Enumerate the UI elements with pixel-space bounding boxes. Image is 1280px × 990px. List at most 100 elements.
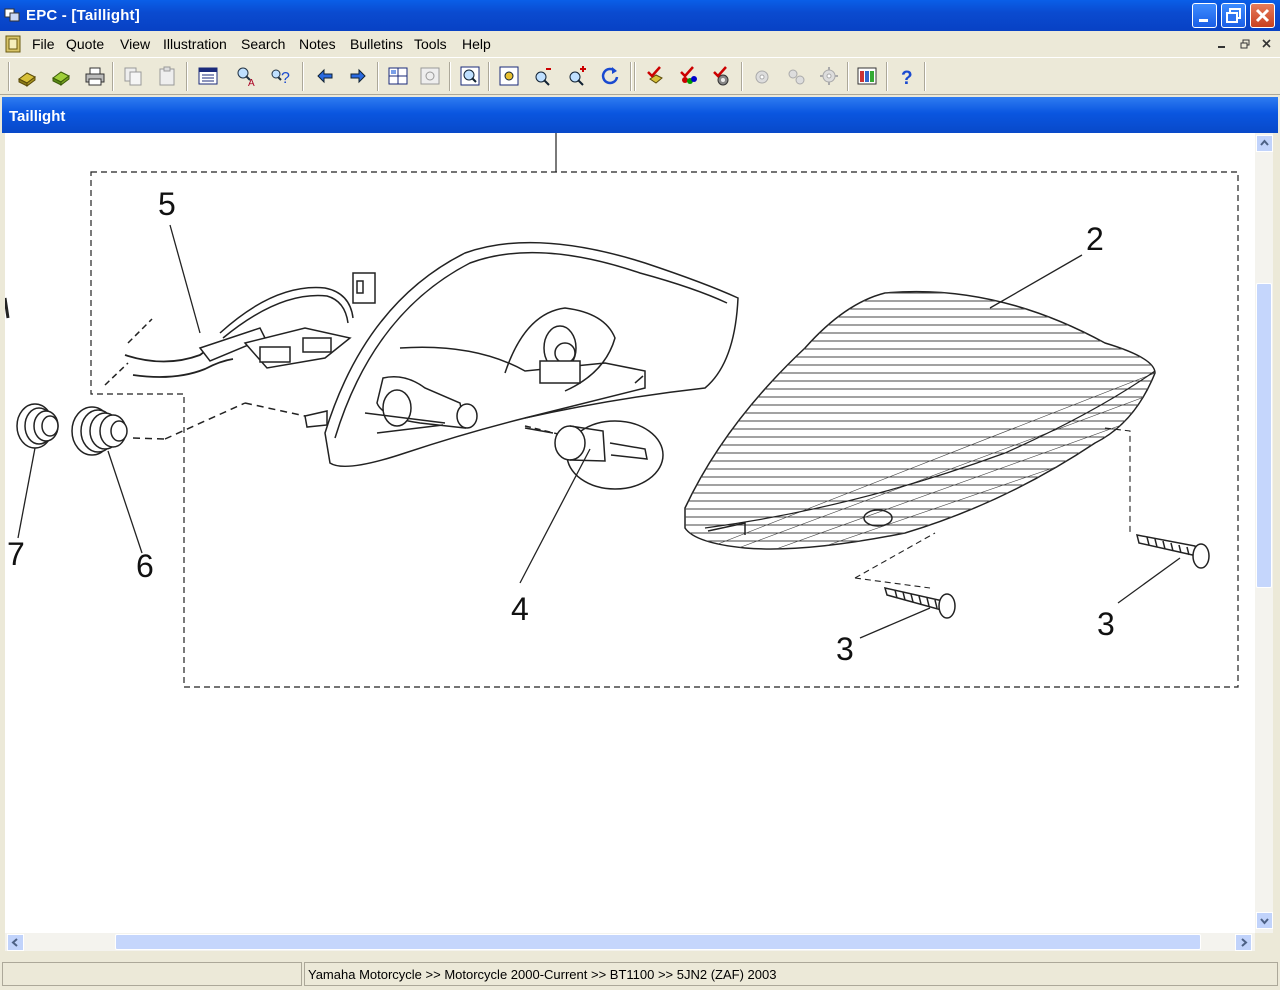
menu-tools[interactable]: Tools (414, 36, 447, 52)
scroll-up-button[interactable] (1256, 135, 1273, 152)
vertical-scrollbar[interactable] (1255, 133, 1273, 933)
help-icon: ? (901, 68, 913, 87)
book-icon (52, 71, 70, 86)
forward-button[interactable] (347, 65, 369, 87)
callout-7[interactable]: 7 (7, 536, 25, 572)
toolbar-grip (8, 62, 10, 91)
gear-group-button[interactable] (818, 65, 840, 87)
menu-file[interactable]: File (32, 36, 55, 52)
horizontal-scroll-thumb[interactable] (115, 934, 1201, 950)
open-book-icon (18, 72, 36, 87)
zoom-in-icon (569, 66, 586, 86)
refresh-button[interactable] (599, 65, 621, 87)
check-button[interactable] (645, 65, 667, 87)
menu-quote[interactable]: Quote (66, 36, 104, 52)
paste-button[interactable] (156, 65, 178, 87)
menu-help[interactable]: Help (462, 36, 491, 52)
callout-4[interactable]: 4 (511, 591, 529, 627)
catalog-button[interactable] (856, 65, 878, 87)
window-title: EPC - [Taillight] (26, 7, 140, 24)
mdi-minimize-button[interactable] (1214, 37, 1230, 51)
copy-button[interactable] (122, 65, 144, 87)
horizontal-scrollbar[interactable] (5, 933, 1255, 951)
epc-app-icon (4, 8, 20, 22)
settings-check-icon (713, 66, 729, 86)
scroll-right-button[interactable] (1235, 934, 1252, 951)
close-icon (1255, 8, 1270, 23)
screw-3-left[interactable] (854, 532, 956, 619)
menu-view[interactable]: View (120, 36, 150, 52)
menu-bulletins[interactable]: Bulletins (350, 36, 403, 52)
svg-text:A: A (248, 78, 255, 87)
find-text-button[interactable]: A (235, 65, 257, 87)
chevron-down-icon (1260, 918, 1269, 925)
chevron-right-icon (1241, 938, 1248, 947)
screw-3-right[interactable] (1104, 427, 1210, 569)
grommet-6[interactable] (71, 406, 128, 456)
grommet-7[interactable] (16, 403, 59, 449)
gear-button[interactable] (751, 65, 773, 87)
svg-text:?: ? (281, 70, 290, 87)
illustration-canvas[interactable]: 5 2 7 6 4 3 3 (5, 133, 1255, 933)
taillight-diagram[interactable]: 5 2 7 6 4 3 3 (5, 133, 1255, 933)
bulb-4[interactable] (524, 420, 664, 490)
zoom-window-button[interactable] (459, 65, 481, 87)
zoom-out-button[interactable] (532, 65, 554, 87)
gear-disabled-icon (755, 70, 769, 84)
close-button[interactable] (1250, 3, 1275, 28)
maximize-button[interactable] (1221, 3, 1246, 28)
chevron-left-icon (11, 938, 18, 947)
vertical-scroll-thumb[interactable] (1256, 283, 1272, 588)
back-button[interactable] (314, 65, 336, 87)
back-arrow-icon (317, 68, 333, 84)
callout-3-left[interactable]: 3 (836, 631, 854, 667)
help-query-icon: ? (271, 69, 290, 87)
zoom-in-button[interactable] (566, 65, 588, 87)
book-button[interactable] (50, 65, 72, 87)
help-button[interactable]: ? (896, 65, 918, 87)
taillight-lens[interactable] (665, 290, 1165, 553)
grid-view-button[interactable] (387, 65, 409, 87)
settings-check-button[interactable] (711, 65, 733, 87)
zoom-window-icon (460, 66, 480, 86)
status-pane-breadcrumb: Yamaha Motorcycle >> Motorcycle 2000-Cur… (304, 962, 1278, 986)
thumbnail-button[interactable] (419, 65, 441, 87)
chevron-up-icon (1260, 139, 1269, 146)
svg-text:?: ? (901, 68, 913, 87)
check-icon (647, 66, 663, 84)
callout-5[interactable]: 5 (158, 186, 176, 222)
scrollbar-corner (1255, 933, 1273, 951)
forward-arrow-icon (350, 68, 366, 84)
status-bar: Yamaha Motorcycle >> Motorcycle 2000-Cur… (0, 958, 1280, 990)
gears-disabled-icon (788, 69, 805, 85)
fit-icon (499, 66, 519, 86)
fit-button[interactable] (498, 65, 520, 87)
open-button[interactable] (16, 65, 38, 87)
print-button[interactable] (84, 65, 106, 87)
refresh-icon (601, 67, 619, 85)
document-icon[interactable] (4, 35, 22, 53)
document-title: Taillight (9, 108, 66, 125)
window-button[interactable] (197, 65, 219, 87)
callout-6[interactable]: 6 (136, 548, 154, 584)
print-icon (85, 67, 105, 86)
thumbnail-icon (420, 67, 440, 85)
gear-group-disabled-icon (820, 67, 838, 85)
mdi-restore-button[interactable] (1237, 37, 1253, 51)
catalog-icon (857, 67, 877, 85)
menu-search[interactable]: Search (241, 36, 285, 52)
color-check-button[interactable] (678, 65, 700, 87)
gears-button[interactable] (785, 65, 807, 87)
zoom-out-icon (535, 68, 551, 86)
help-query-button[interactable]: ? (269, 65, 291, 87)
callout-3-right[interactable]: 3 (1097, 606, 1115, 642)
mdi-close-button[interactable] (1259, 37, 1275, 51)
callout-2[interactable]: 2 (1086, 221, 1104, 257)
minimize-button[interactable] (1192, 3, 1217, 28)
window-icon (198, 67, 218, 85)
scroll-left-button[interactable] (7, 934, 24, 951)
scroll-down-button[interactable] (1256, 912, 1273, 929)
menu-notes[interactable]: Notes (299, 36, 336, 52)
menu-illustration[interactable]: Illustration (163, 36, 227, 52)
minimize-icon (1199, 19, 1208, 22)
